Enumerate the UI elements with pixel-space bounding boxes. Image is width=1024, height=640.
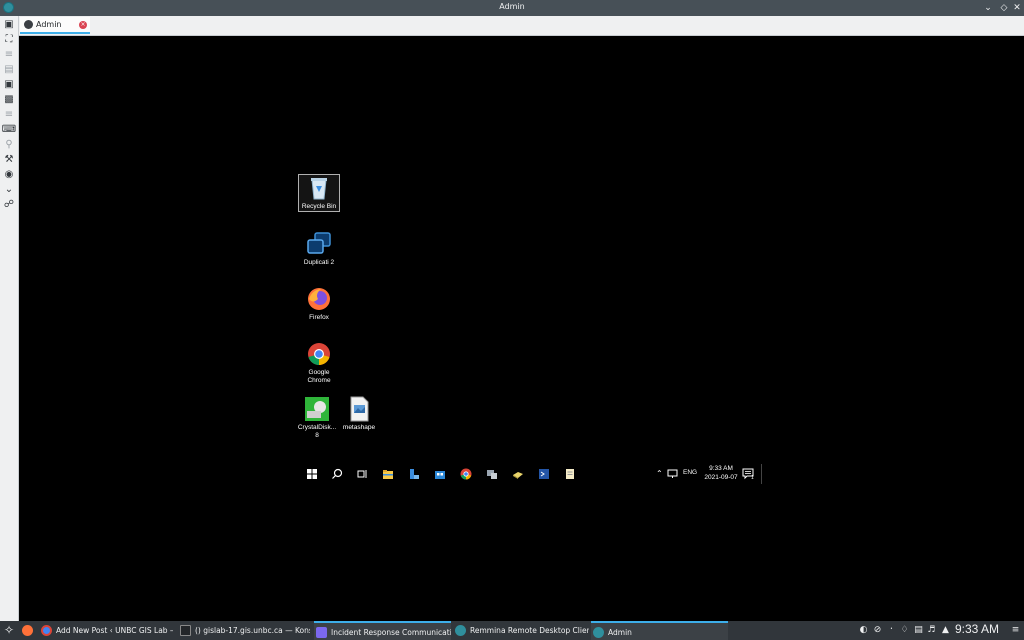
task-admin[interactable]: Admin <box>591 621 728 640</box>
minimize-window-button[interactable]: ⌄ <box>981 1 995 15</box>
grab-icon[interactable]: ▩ <box>3 94 15 106</box>
desktop-icon-label: Duplicati 2 <box>303 259 335 266</box>
minimize-icon[interactable]: ⌄ <box>3 184 15 196</box>
tab-admin[interactable]: Admin × <box>20 17 90 34</box>
tab-bar: Admin × <box>18 16 1024 36</box>
notepad-icon[interactable] <box>564 468 576 480</box>
firefox-launcher[interactable] <box>20 621 38 640</box>
tab-close-icon[interactable]: × <box>79 21 87 29</box>
task-label: Remmina Remote Desktop Client <box>470 626 589 635</box>
maximize-window-button[interactable]: ◇ <box>997 1 1011 15</box>
window-title: Admin <box>499 2 525 11</box>
panel-menu-icon[interactable]: ≡ <box>1010 625 1021 636</box>
expand-tray-icon[interactable]: ▲ <box>940 625 951 636</box>
remmina-icon <box>455 625 466 636</box>
task-remmina[interactable]: Remmina Remote Desktop Client <box>453 621 589 640</box>
application-launcher[interactable]: ✧ <box>0 621 20 640</box>
disconnect-icon[interactable]: ☍ <box>3 199 15 211</box>
terminal-icon <box>180 625 191 636</box>
file-explorer-icon[interactable] <box>382 468 394 480</box>
search-icon[interactable] <box>331 468 343 480</box>
fit-window-icon[interactable]: ⛶ <box>3 34 15 46</box>
desktop-icon-recycle-bin[interactable]: Recycle Bin <box>298 174 340 212</box>
recycle-bin-icon <box>306 175 332 201</box>
task-firefox-add-new-post[interactable]: Add New Post ‹ UNBC GIS Lab —... <box>39 621 173 640</box>
network-status-icon[interactable] <box>667 468 679 480</box>
teams-icon <box>316 627 327 638</box>
remmina-toolbar: ▣ ⛶ ≡ ▤ ▣ ▩ ≡ ⌨ ⚲ ⚒ ◉ ⌄ ☍ <box>0 16 19 621</box>
task-label: () gislab-17.gis.unbc.ca — Konsole <box>195 626 310 635</box>
teams-tray-icon[interactable]: ♢ <box>899 625 910 636</box>
server-manager-icon[interactable] <box>408 468 420 480</box>
taskbar-divider <box>761 464 762 484</box>
task-konsole[interactable]: () gislab-17.gis.unbc.ca — Konsole <box>178 621 310 640</box>
no-sign-icon[interactable]: ⊘ <box>872 625 883 636</box>
desktop-icon-label: CrystalDisk... 8 <box>297 424 337 439</box>
keys-icon[interactable]: ⚲ <box>3 139 15 151</box>
desktop-icon-label: Firefox <box>309 314 329 321</box>
remote-taskbar: ⌃ ENG 9:33 AM 2021-09-07 1 <box>299 461 762 487</box>
panel-clock[interactable]: 9:33 AM <box>955 622 999 636</box>
screenshot-icon[interactable]: ◉ <box>3 169 15 181</box>
desktop-icon-label: metashape <box>342 424 376 431</box>
desktop-icon-label: Recycle Bin <box>301 203 337 210</box>
keyboard-icon[interactable]: ⌨ <box>2 124 16 136</box>
desktop-icon-crystaldisk[interactable]: CrystalDisk... 8 <box>297 396 337 440</box>
crystaldisk-icon <box>304 396 330 422</box>
notification-count: 1 <box>751 475 754 481</box>
show-hidden-icons-icon[interactable]: ⌃ <box>656 469 663 478</box>
vpn-icon[interactable]: ◐ <box>858 625 869 636</box>
store-icon[interactable] <box>434 468 446 480</box>
clipboard-icon[interactable]: ▤ <box>913 625 924 636</box>
remote-connection-icon <box>24 20 33 29</box>
desktop-icon-chrome[interactable]: Google Chrome <box>299 341 339 385</box>
preferences-icon[interactable]: ⚒ <box>3 154 15 166</box>
launcher-icon: ✧ <box>4 623 15 637</box>
desktop-icon-duplicati[interactable]: Duplicati 2 <box>299 231 339 267</box>
task-label: Admin <box>608 628 632 637</box>
fullscreen-icon[interactable]: ▣ <box>3 19 15 31</box>
tab-label: Admin <box>36 20 62 29</box>
task-incident-response[interactable]: Incident Response Communicatio... <box>314 621 451 640</box>
firefox-icon <box>306 286 332 312</box>
dynamic-resize-icon[interactable]: ▣ <box>3 79 15 91</box>
remote-desktop-viewport[interactable]: Recycle Bin Duplicati 2 Firefox Google C… <box>19 36 1024 621</box>
menu-icon[interactable]: ≡ <box>3 49 15 61</box>
chrome-icon <box>41 625 52 636</box>
desktop-icon-firefox[interactable]: Firefox <box>299 286 339 322</box>
chrome-taskbar-icon[interactable] <box>460 468 472 480</box>
desktop-icon-label: Google Chrome <box>307 369 331 384</box>
metashape-file-icon <box>346 396 372 422</box>
chrome-icon <box>306 341 332 367</box>
desktop-icon-metashape[interactable]: metashape <box>339 396 379 432</box>
remote-clock-time[interactable]: 9:33 AM <box>704 465 738 472</box>
window-titlebar[interactable]: Admin ⌄ ◇ ✕ <box>0 0 1024 16</box>
volume-icon[interactable]: ♬ <box>926 625 937 636</box>
task-label: Add New Post ‹ UNBC GIS Lab —... <box>56 626 173 635</box>
windows-start-icon[interactable] <box>306 468 318 480</box>
scaled-icon[interactable]: ▤ <box>3 64 15 76</box>
drive-app-icon[interactable] <box>512 468 524 480</box>
remote-clock-date[interactable]: 2021-09-07 <box>701 474 741 481</box>
input-language[interactable]: ENG <box>683 469 697 476</box>
list-icon[interactable]: ≡ <box>3 109 15 121</box>
task-view-icon[interactable] <box>356 468 368 480</box>
powershell-icon[interactable] <box>538 468 550 480</box>
task-label: Incident Response Communicatio... <box>331 628 451 637</box>
firefox-icon <box>22 625 33 636</box>
system-panel: ✧ Add New Post ‹ UNBC GIS Lab —... () gi… <box>0 621 1024 640</box>
duplicati-icon <box>306 231 332 257</box>
bluetooth-icon[interactable]: ᛫ <box>886 625 897 636</box>
remmina-icon <box>593 627 604 638</box>
close-window-button[interactable]: ✕ <box>1010 1 1024 15</box>
network-app-icon[interactable] <box>486 468 498 480</box>
